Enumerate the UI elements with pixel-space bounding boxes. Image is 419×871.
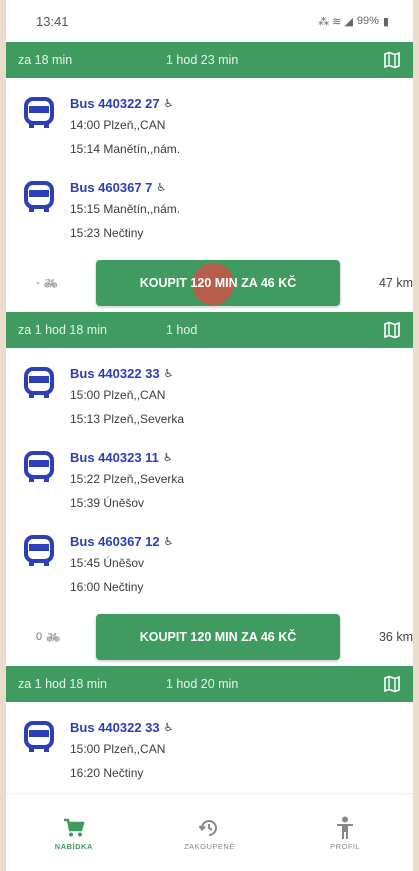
- bike-icon: 🚲︎: [46, 631, 61, 644]
- bike-info: - 🚲︎: [36, 277, 58, 290]
- nav-purchased[interactable]: ZAKOUPENÉ: [149, 814, 269, 851]
- bus-line: Bus 440322 33: [70, 720, 160, 735]
- bus-icon: [24, 721, 54, 752]
- bus-line: Bus 440322 27: [70, 96, 160, 111]
- route-distance: 47 km: [378, 276, 413, 290]
- bus-icon: [24, 367, 54, 398]
- wheelchair-icon: ♿: [162, 452, 173, 464]
- bike-count: -: [36, 277, 40, 289]
- trip-leg: Bus 440323 11 ♿ 15:22 Plzeň,,Severka 15:3…: [6, 440, 413, 524]
- stop-arrival: 15:39 Úněšov: [70, 496, 145, 510]
- history-icon: [199, 820, 218, 836]
- stop-arrival: 15:13 Plzeň,,Severka: [70, 412, 185, 426]
- stop-arrival: 15:23 Nečtiny: [70, 226, 144, 240]
- bike-count: 0: [36, 631, 43, 643]
- bus-line: Bus 460367 7: [70, 180, 153, 195]
- buy-ticket-label: KOUPIT 120 MIN ZA 46 KČ: [139, 630, 297, 644]
- wheelchair-icon: ♿: [163, 722, 174, 734]
- trip-leg: Bus 440322 33 ♿ 15:00 Plzeň,,CAN 15:13 Pl…: [6, 356, 413, 440]
- stop-arrival: 16:00 Nečtiny: [70, 580, 144, 594]
- wheelchair-icon: ♿: [156, 182, 167, 194]
- stop-departure: 15:00 Plzeň,,CAN: [70, 742, 166, 756]
- route-duration: 1 hod 20 min: [166, 677, 239, 691]
- route-legs-3: Bus 440322 33 ♿ 15:00 Plzeň,,CAN 16:20 Ne…: [6, 702, 413, 794]
- bus-line: Bus 460367 12: [70, 534, 160, 549]
- buy-ticket-button[interactable]: KOUPIT 120 MIN ZA 46 KČ: [96, 614, 340, 660]
- status-icons: ⁂ ≋ ◢ 99% ▮: [318, 15, 389, 28]
- route-wait: za 1 hod 18 min: [18, 677, 107, 691]
- wheelchair-icon: ♿: [163, 98, 174, 110]
- bus-icon: [24, 535, 54, 566]
- status-bar: 13:41 ⁂ ≋ ◢ 99% ▮: [6, 0, 413, 42]
- nav-offer[interactable]: NABÍDKA: [14, 814, 134, 851]
- trip-leg: Bus 460367 12 ♿ 15:45 Úněšov 16:00 Nečtin…: [6, 524, 413, 608]
- route-header-3[interactable]: za 1 hod 18 min 1 hod 20 min: [6, 666, 413, 702]
- route-wait: za 1 hod 18 min: [18, 323, 107, 337]
- cart-icon: [63, 818, 85, 837]
- trip-leg: Bus 440322 33 ♿ 15:00 Plzeň,,CAN 16:20 Ne…: [6, 710, 413, 794]
- map-icon[interactable]: [383, 51, 401, 69]
- stop-departure: 15:22 Plzeň,,Severka: [70, 472, 185, 486]
- battery-icon: ▮: [382, 15, 389, 28]
- buy-row-1: - 🚲︎ KOUPIT 120 MIN ZA 46 KČ 47 km: [6, 254, 413, 312]
- buy-row-2: 0 🚲︎ KOUPIT 120 MIN ZA 46 KČ 36 km: [6, 608, 413, 666]
- signal-icon: ⁂ ≋ ◢: [318, 15, 353, 28]
- trip-leg: Bus 460367 7 ♿ 15:15 Manětín,,nám. 15:23 …: [6, 170, 413, 254]
- nav-purchased-label: ZAKOUPENÉ: [184, 842, 235, 851]
- bus-icon: [24, 451, 54, 482]
- bus-icon: [24, 97, 54, 128]
- trip-leg: Bus 440322 27 ♿ 14:00 Plzeň,,CAN 15:14 Ma…: [6, 86, 413, 170]
- nav-offer-label: NABÍDKA: [54, 842, 93, 851]
- bus-line: Bus 440323 11: [70, 450, 159, 465]
- wheelchair-icon: ♿: [163, 368, 174, 380]
- bike-info: 0 🚲︎: [36, 631, 60, 644]
- stop-arrival: 16:20 Nečtiny: [70, 766, 144, 780]
- buy-ticket-label: KOUPIT 120 MIN ZA 46 KČ: [139, 276, 297, 290]
- map-icon[interactable]: [383, 321, 401, 339]
- route-wait: za 18 min: [18, 53, 73, 67]
- phone-screen: 13:41 ⁂ ≋ ◢ 99% ▮ za 18 min 1 hod 23 min…: [6, 0, 413, 871]
- route-header-1[interactable]: za 18 min 1 hod 23 min: [6, 42, 413, 78]
- stop-departure: 15:15 Manětín,,nám.: [70, 202, 181, 216]
- route-header-2[interactable]: za 1 hod 18 min 1 hod: [6, 312, 413, 348]
- status-time: 13:41: [36, 13, 69, 29]
- route-duration: 1 hod: [166, 323, 198, 337]
- nav-profile[interactable]: PROFIL: [285, 814, 405, 851]
- stop-departure: 14:00 Plzeň,,CAN: [70, 118, 166, 132]
- buy-ticket-button[interactable]: KOUPIT 120 MIN ZA 46 KČ: [96, 260, 340, 306]
- bottom-nav: NABÍDKA ZAKOUPENÉ PROFIL: [6, 793, 413, 871]
- stop-departure: 15:45 Úněšov: [70, 556, 145, 570]
- stop-arrival: 15:14 Manětín,,nám.: [70, 142, 181, 156]
- route-duration: 1 hod 23 min: [166, 53, 239, 67]
- stop-departure: 15:00 Plzeň,,CAN: [70, 388, 166, 402]
- battery-level: 99%: [356, 15, 379, 27]
- route-legs-2: Bus 440322 33 ♿ 15:00 Plzeň,,CAN 15:13 Pl…: [6, 348, 413, 608]
- bike-icon: 🚲︎: [43, 277, 58, 290]
- wheelchair-icon: ♿: [163, 536, 174, 548]
- route-distance: 36 km: [378, 630, 413, 644]
- person-icon: [337, 816, 354, 839]
- map-icon[interactable]: [383, 675, 401, 693]
- bus-icon: [24, 181, 54, 212]
- nav-profile-label: PROFIL: [330, 842, 361, 851]
- bus-line: Bus 440322 33: [70, 366, 160, 381]
- route-legs-1: Bus 440322 27 ♿ 14:00 Plzeň,,CAN 15:14 Ma…: [6, 78, 413, 254]
